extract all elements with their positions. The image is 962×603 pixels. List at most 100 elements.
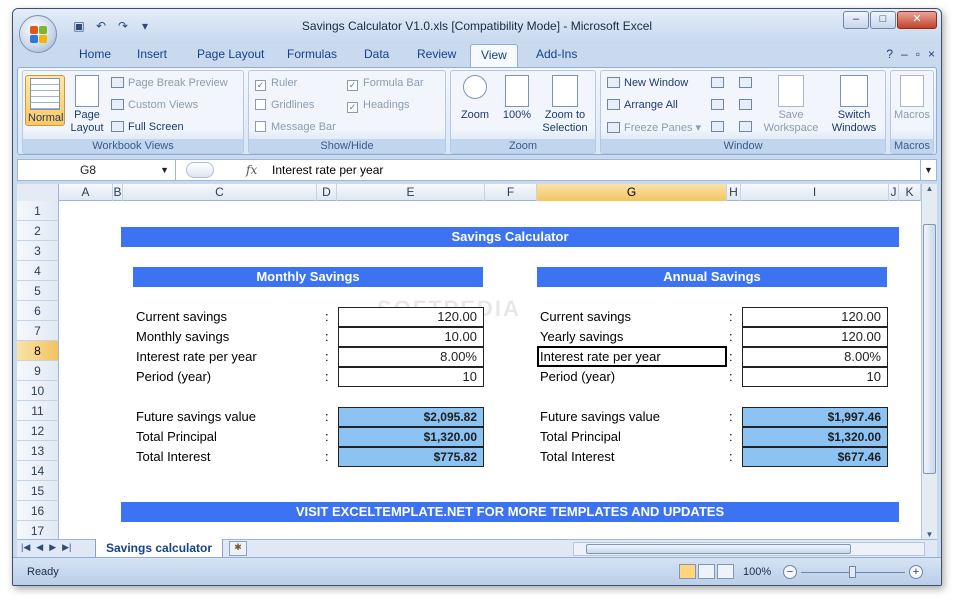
column-header-c[interactable]: C: [123, 184, 317, 201]
select-all-corner[interactable]: [17, 184, 59, 201]
zoom-100-button[interactable]: 100%: [499, 75, 535, 122]
row-header-1[interactable]: 1: [17, 201, 59, 221]
save-workspace-button[interactable]: Save Workspace: [761, 75, 821, 135]
first-sheet-icon[interactable]: |◀: [21, 542, 30, 553]
annual-total-interest[interactable]: $677.46: [742, 447, 888, 467]
row-header-12[interactable]: 12: [17, 421, 59, 441]
tab-formulas[interactable]: Formulas: [287, 47, 337, 61]
formula-bar-checkbox[interactable]: ✓ Formula Bar: [347, 77, 424, 91]
column-header-a[interactable]: A: [59, 184, 113, 201]
selected-cell-g8[interactable]: [537, 346, 727, 367]
office-button[interactable]: [19, 15, 57, 53]
annual-total-principal[interactable]: $1,320.00: [742, 427, 888, 447]
last-sheet-icon[interactable]: ▶|: [62, 542, 71, 553]
column-header-j[interactable]: J: [889, 184, 899, 201]
column-header-k[interactable]: K: [899, 184, 921, 201]
row-header-7[interactable]: 7: [17, 321, 59, 341]
zoom-to-selection-button[interactable]: Zoom to Selection: [539, 75, 591, 135]
row-header-17[interactable]: 17: [17, 521, 59, 539]
full-screen-button[interactable]: Full Screen: [111, 121, 184, 133]
zoom-level[interactable]: 100%: [743, 566, 771, 578]
unhide-button[interactable]: [711, 121, 728, 133]
name-box-dropdown-icon[interactable]: ▼: [160, 160, 169, 180]
insert-sheet-icon[interactable]: ✱: [229, 541, 247, 556]
help-icon[interactable]: ?: [886, 47, 893, 61]
freeze-panes-button[interactable]: Freeze Panes ▾: [607, 121, 701, 134]
row-header-2[interactable]: 2: [17, 221, 59, 241]
synchronous-scrolling-button[interactable]: [739, 99, 756, 111]
row-header-8[interactable]: 8: [17, 341, 59, 361]
row-header-9[interactable]: 9: [17, 361, 59, 381]
page-break-preview-button[interactable]: Page Break Preview: [111, 77, 228, 89]
expand-formula-bar-icon[interactable]: ▼: [920, 160, 936, 180]
column-header-h[interactable]: H: [727, 184, 741, 201]
row-header-5[interactable]: 5: [17, 281, 59, 301]
tab-insert[interactable]: Insert: [137, 47, 167, 61]
horizontal-scrollbar[interactable]: [573, 542, 925, 556]
tab-page-layout[interactable]: Page Layout: [197, 47, 264, 61]
annual-future-value[interactable]: $1,997.46: [742, 407, 888, 427]
scroll-up-icon[interactable]: ▲: [922, 184, 937, 198]
macros-button[interactable]: Macros: [893, 75, 931, 122]
column-header-i[interactable]: I: [741, 184, 889, 201]
custom-views-button[interactable]: Custom Views: [111, 99, 198, 111]
next-sheet-icon[interactable]: ▶: [49, 542, 56, 553]
page-layout-shortcut-icon[interactable]: [698, 564, 715, 579]
insert-function-icon[interactable]: fx: [246, 163, 257, 177]
annual-interest-rate-input[interactable]: 8.00%: [742, 347, 888, 367]
name-box[interactable]: G8 ▼: [18, 160, 176, 180]
annual-period-input[interactable]: 10: [742, 367, 888, 387]
row-header-4[interactable]: 4: [17, 261, 59, 281]
row-header-11[interactable]: 11: [17, 401, 59, 421]
view-side-by-side-button[interactable]: [739, 77, 756, 89]
row-header-13[interactable]: 13: [17, 441, 59, 461]
monthly-total-principal[interactable]: $1,320.00: [338, 427, 484, 447]
sheet-tab-savings-calculator[interactable]: Savings calculator: [95, 539, 224, 558]
close-button[interactable]: ✕: [897, 11, 937, 29]
zoom-button[interactable]: Zoom: [457, 75, 493, 122]
ribbon-minimize-icon[interactable]: –: [901, 47, 908, 61]
tab-view[interactable]: View: [470, 44, 518, 68]
tab-add-ins[interactable]: Add-Ins: [536, 47, 577, 61]
column-header-g[interactable]: G: [537, 184, 727, 201]
row-header-15[interactable]: 15: [17, 481, 59, 501]
horizontal-scroll-thumb[interactable]: [586, 544, 851, 554]
tab-home[interactable]: Home: [79, 47, 111, 61]
minimize-button[interactable]: –: [843, 11, 869, 29]
gridlines-checkbox[interactable]: Gridlines: [255, 99, 314, 111]
tab-data[interactable]: Data: [364, 47, 389, 61]
column-header-d[interactable]: D: [317, 184, 337, 201]
hide-button[interactable]: [711, 99, 728, 111]
zoom-out-icon[interactable]: −: [783, 565, 797, 579]
annual-yearly-savings-input[interactable]: 120.00: [742, 327, 888, 347]
tab-review[interactable]: Review: [417, 47, 456, 61]
annual-current-savings-input[interactable]: 120.00: [742, 307, 888, 327]
ruler-checkbox[interactable]: ✓ Ruler: [255, 77, 297, 91]
ribbon-close-icon[interactable]: ×: [928, 47, 935, 61]
ribbon-restore-icon[interactable]: ▫: [916, 47, 920, 61]
normal-view-button[interactable]: Normal: [25, 75, 65, 126]
row-header-16[interactable]: 16: [17, 501, 59, 521]
row-header-10[interactable]: 10: [17, 381, 59, 401]
column-header-e[interactable]: E: [337, 184, 485, 201]
column-header-b[interactable]: B: [113, 184, 123, 201]
row-header-6[interactable]: 6: [17, 301, 59, 321]
zoom-slider[interactable]: − +: [783, 564, 923, 580]
worksheet-grid[interactable]: A B C D E F G H I J K 1 2 3 4 5 6 7 8 9 10 11 12 13 1…: [17, 184, 921, 539]
reset-window-position-button[interactable]: [739, 121, 756, 133]
vertical-scrollbar[interactable]: ▲ ▼: [921, 184, 937, 544]
message-bar-checkbox[interactable]: Message Bar: [255, 121, 336, 133]
formula-input[interactable]: Interest rate per year: [272, 163, 383, 177]
monthly-savings-input[interactable]: 10.00: [338, 327, 484, 347]
zoom-slider-knob[interactable]: [849, 566, 856, 578]
monthly-future-value[interactable]: $2,095.82: [338, 407, 484, 427]
row-header-14[interactable]: 14: [17, 461, 59, 481]
arrange-all-button[interactable]: Arrange All: [607, 99, 678, 111]
vertical-scroll-thumb[interactable]: [923, 224, 936, 474]
row-header-3[interactable]: 3: [17, 241, 59, 261]
page-break-shortcut-icon[interactable]: [717, 564, 734, 579]
switch-windows-button[interactable]: Switch Windows: [825, 75, 883, 135]
monthly-total-interest[interactable]: $775.82: [338, 447, 484, 467]
zoom-in-icon[interactable]: +: [909, 565, 923, 579]
monthly-period-input[interactable]: 10: [338, 367, 484, 387]
